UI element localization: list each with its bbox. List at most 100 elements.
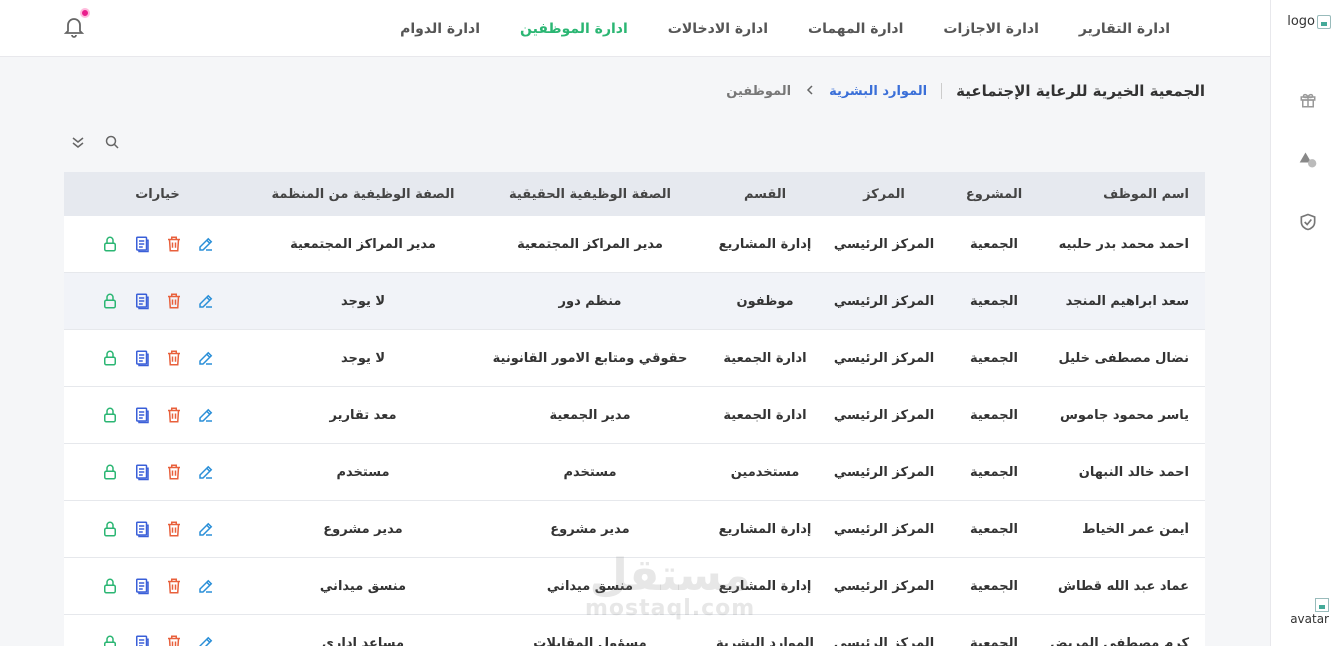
top-navigation-bar: ادارة الدوام ادارة الموظفين ادارة الادخا… bbox=[0, 0, 1270, 57]
lock-icon[interactable] bbox=[101, 235, 119, 253]
delete-icon[interactable] bbox=[165, 235, 183, 253]
cell-org-title: منسق ميداني bbox=[319, 578, 407, 594]
delete-icon[interactable] bbox=[165, 463, 183, 481]
report-icon[interactable] bbox=[133, 577, 151, 595]
lock-icon[interactable] bbox=[101, 349, 119, 367]
nav-entries[interactable]: ادارة الادخالات bbox=[668, 21, 768, 37]
report-icon[interactable] bbox=[133, 406, 151, 424]
edit-icon[interactable] bbox=[197, 463, 215, 481]
lock-icon[interactable] bbox=[101, 463, 119, 481]
cell-department: إدارة المشاريع bbox=[718, 521, 812, 537]
cell-center: المركز الرئيسي bbox=[833, 521, 935, 537]
cell-real-title: منظم دور bbox=[558, 293, 622, 309]
cell-project: الجمعية bbox=[970, 578, 1018, 594]
delete-icon[interactable] bbox=[165, 406, 183, 424]
cell-name: أيمن عمر الخياط bbox=[1082, 521, 1189, 537]
header-center: المركز bbox=[863, 186, 905, 202]
report-icon[interactable] bbox=[133, 349, 151, 367]
cell-options bbox=[64, 463, 251, 481]
edit-icon[interactable] bbox=[197, 406, 215, 424]
notification-badge bbox=[80, 8, 90, 18]
breadcrumb-divider bbox=[941, 83, 943, 99]
delete-icon[interactable] bbox=[165, 349, 183, 367]
breadcrumb-hr-link[interactable]: الموارد البشرية bbox=[829, 84, 927, 99]
delete-icon[interactable] bbox=[165, 577, 183, 595]
cell-options bbox=[64, 235, 251, 253]
cell-options bbox=[64, 406, 251, 424]
cell-org-title: لا يوجد bbox=[340, 293, 386, 309]
cell-project: الجمعية bbox=[970, 350, 1018, 366]
delete-icon[interactable] bbox=[165, 634, 183, 646]
cell-real-title: مدير مشروع bbox=[550, 521, 630, 537]
shapes-icon[interactable] bbox=[1298, 150, 1318, 170]
report-icon[interactable] bbox=[133, 520, 151, 538]
nav-attendance[interactable]: ادارة الدوام bbox=[400, 21, 480, 37]
report-icon[interactable] bbox=[133, 235, 151, 253]
report-icon[interactable] bbox=[133, 292, 151, 310]
cell-real-title: حقوقي ومتابع الامور القانونية bbox=[492, 350, 688, 366]
cell-name: احمد خالد النبهان bbox=[1078, 464, 1189, 480]
edit-icon[interactable] bbox=[197, 292, 215, 310]
table-row[interactable]: أيمن عمر الخياط الجمعية المركز الرئيسي إدار… bbox=[64, 501, 1205, 558]
nav-leaves[interactable]: ادارة الاجازات bbox=[943, 21, 1038, 37]
nav-reports[interactable]: ادارة التقارير bbox=[1079, 21, 1170, 37]
main-nav: ادارة الدوام ادارة الموظفين ادارة الادخا… bbox=[400, 0, 1170, 57]
gift-icon[interactable] bbox=[1298, 90, 1318, 110]
cell-name: كرم مصطفى المريض bbox=[1049, 635, 1189, 646]
edit-icon[interactable] bbox=[197, 634, 215, 646]
table-row[interactable]: احمد خالد النبهان الجمعية المركز الرئيسي مس… bbox=[64, 444, 1205, 501]
nav-employees[interactable]: ادارة الموظفين bbox=[520, 21, 628, 37]
cell-project: الجمعية bbox=[970, 464, 1018, 480]
cell-real-title: مدير المراكز المجتمعية bbox=[517, 236, 663, 252]
cell-project: الجمعية bbox=[970, 293, 1018, 309]
delete-icon[interactable] bbox=[165, 520, 183, 538]
table-row[interactable]: عماد عبد الله قطاش الجمعية المركز الرئيسي إ… bbox=[64, 558, 1205, 615]
cell-center: المركز الرئيسي bbox=[833, 464, 935, 480]
shield-check-icon[interactable] bbox=[1298, 212, 1318, 232]
nav-tasks[interactable]: ادارة المهمات bbox=[808, 21, 903, 37]
table-row[interactable]: كرم مصطفى المريض الجمعية المركز الرئيسي الم… bbox=[64, 615, 1205, 646]
cell-real-title: مدير الجمعية bbox=[549, 407, 631, 423]
lock-icon[interactable] bbox=[101, 292, 119, 310]
report-icon[interactable] bbox=[133, 463, 151, 481]
logo[interactable]: logo bbox=[1287, 14, 1331, 29]
search-icon[interactable] bbox=[104, 134, 120, 150]
lock-icon[interactable] bbox=[101, 577, 119, 595]
table-row[interactable]: ياسر محمود جاموس الجمعية المركز الرئيسي ادا… bbox=[64, 387, 1205, 444]
cell-center: المركز الرئيسي bbox=[833, 236, 935, 252]
organization-name: الجمعية الخيرية للرعاية الإجتماعية bbox=[956, 82, 1205, 100]
report-icon[interactable] bbox=[133, 634, 151, 646]
cell-department: موظفون bbox=[736, 293, 794, 309]
cell-name: احمد محمد بدر حلبيه bbox=[1058, 236, 1189, 252]
cell-org-title: معد تقارير bbox=[329, 407, 397, 423]
cell-options bbox=[64, 520, 251, 538]
breadcrumb-current: الموظفين bbox=[726, 83, 792, 99]
cell-real-title: مسؤول المقابلات bbox=[533, 635, 647, 646]
table-row[interactable]: سعد ابراهيم المنجد الجمعية المركز الرئيسي م… bbox=[64, 273, 1205, 330]
table-header-row: اسم الموظف المشروع المركز القسم الصفة ال… bbox=[64, 172, 1205, 216]
notifications-bell-icon[interactable] bbox=[62, 8, 90, 40]
cell-org-title: مساعد اداري bbox=[321, 635, 405, 646]
logo-alt-text: logo bbox=[1287, 14, 1315, 29]
chevron-left-icon bbox=[805, 84, 815, 98]
table-body: احمد محمد بدر حلبيه الجمعية المركز الرئيسي… bbox=[64, 216, 1205, 646]
lock-icon[interactable] bbox=[101, 520, 119, 538]
avatar[interactable]: avatar bbox=[1290, 598, 1329, 626]
cell-department: ادارة الجمعية bbox=[723, 350, 807, 366]
edit-icon[interactable] bbox=[197, 520, 215, 538]
edit-icon[interactable] bbox=[197, 577, 215, 595]
avatar-alt-text: avatar bbox=[1290, 612, 1329, 626]
delete-icon[interactable] bbox=[165, 292, 183, 310]
cell-project: الجمعية bbox=[970, 407, 1018, 423]
table-row[interactable]: احمد محمد بدر حلبيه الجمعية المركز الرئيسي… bbox=[64, 216, 1205, 273]
edit-icon[interactable] bbox=[197, 235, 215, 253]
lock-icon[interactable] bbox=[101, 634, 119, 646]
lock-icon[interactable] bbox=[101, 406, 119, 424]
edit-icon[interactable] bbox=[197, 349, 215, 367]
cell-project: الجمعية bbox=[970, 521, 1018, 537]
table-row[interactable]: نضال مصطفى خليل الجمعية المركز الرئيسي ادار… bbox=[64, 330, 1205, 387]
expand-chevrons-icon[interactable] bbox=[70, 134, 86, 150]
cell-name: نضال مصطفى خليل bbox=[1058, 350, 1189, 366]
cell-department: ادارة الجمعية bbox=[723, 407, 807, 423]
header-department: القسم bbox=[743, 186, 787, 202]
